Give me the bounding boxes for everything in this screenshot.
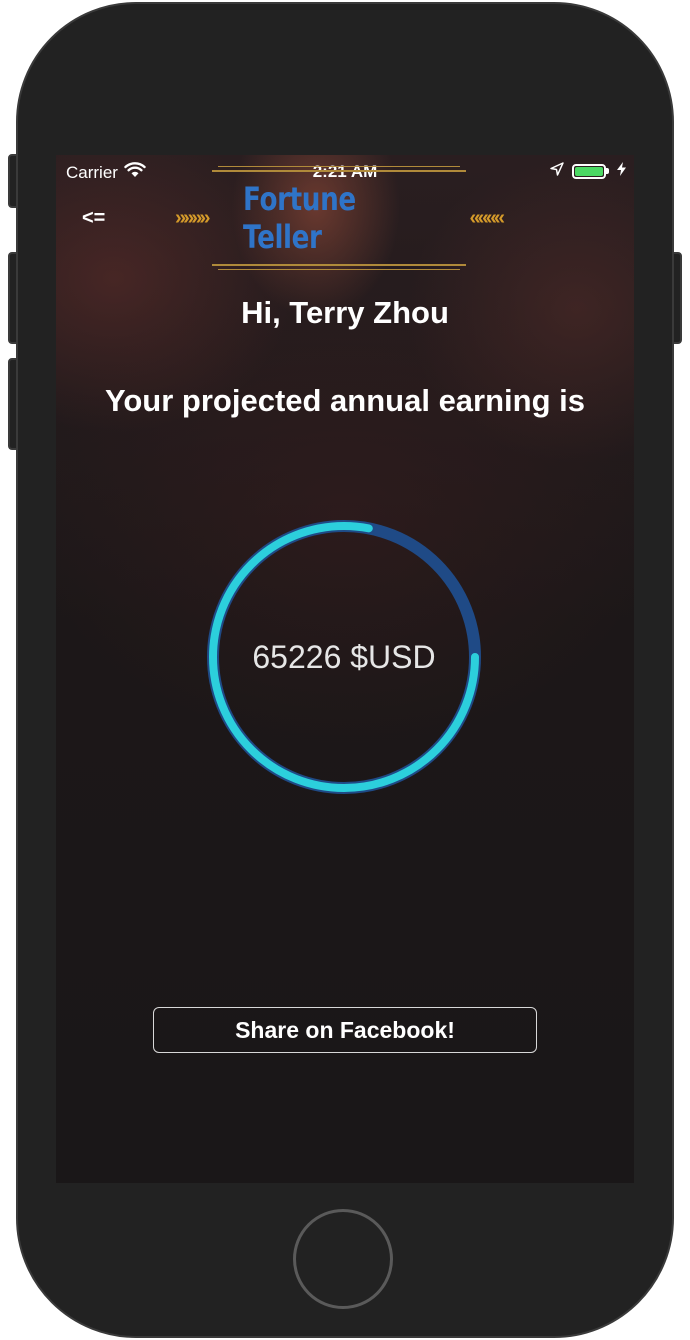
battery-level <box>575 166 603 176</box>
status-indicators <box>550 161 626 181</box>
home-button[interactable] <box>293 1209 393 1309</box>
left-wing-icon: »»»» <box>175 206 210 229</box>
app-screen: Carrier 2:21 AM <= »»»» Fortune Teller «… <box>56 155 634 1183</box>
projection-caption: Your projected annual earning is <box>104 383 585 418</box>
earning-value: 65226 $USD <box>252 638 436 675</box>
location-arrow-icon <box>550 161 564 181</box>
right-wing-icon: «««« <box>469 206 505 229</box>
back-button[interactable]: <= <box>82 207 105 230</box>
logo-title: Fortune Teller <box>242 180 356 256</box>
share-facebook-button[interactable]: Share on Facebook! <box>153 1007 537 1053</box>
greeting-text: Hi, Terry Zhou <box>241 295 449 330</box>
battery-icon <box>572 163 609 179</box>
charging-bolt-icon <box>617 161 626 181</box>
app-logo: »»»» Fortune Teller «««« <box>171 166 506 270</box>
